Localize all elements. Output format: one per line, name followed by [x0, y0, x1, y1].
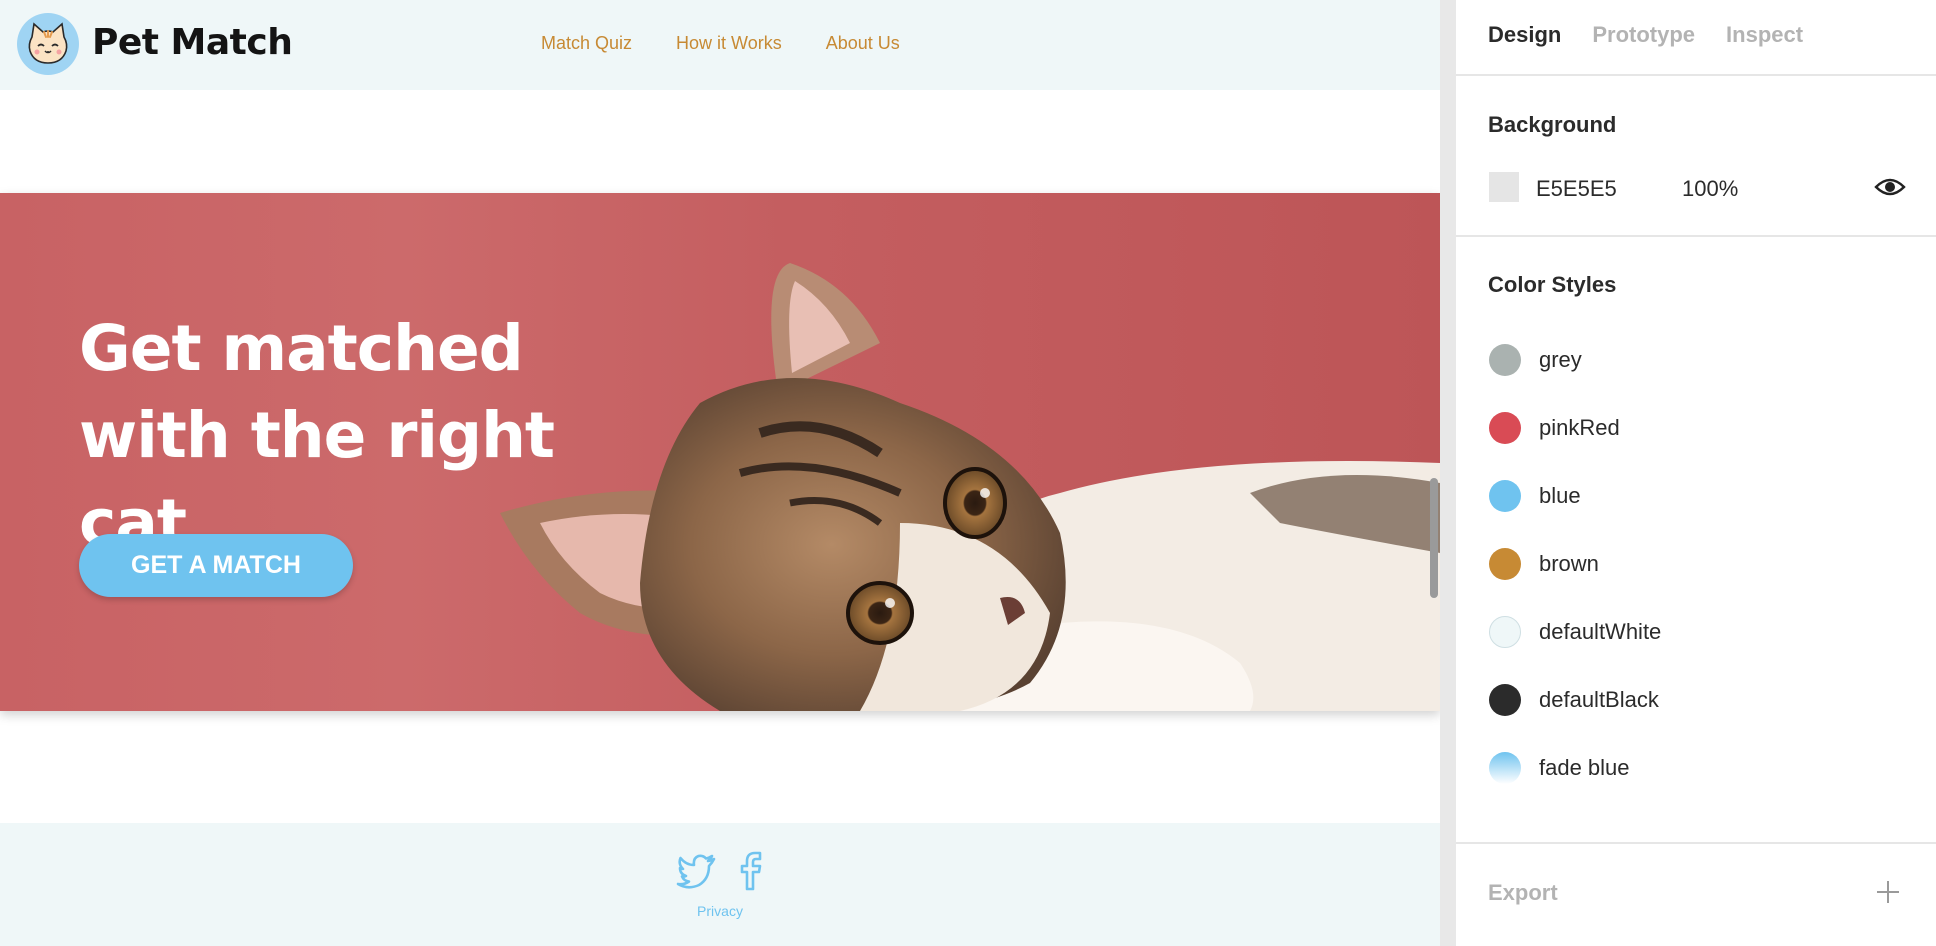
color-swatch: [1489, 684, 1521, 716]
color-swatch: [1489, 412, 1521, 444]
background-color-swatch[interactable]: [1489, 172, 1519, 202]
color-swatch: [1489, 344, 1521, 376]
inspector-panel: Design Prototype Inspect Background E5E5…: [1456, 0, 1936, 946]
social-links: [676, 849, 772, 891]
color-style-row[interactable]: brown: [1489, 548, 1599, 580]
color-style-row[interactable]: pinkRed: [1489, 412, 1620, 444]
eye-icon[interactable]: [1874, 173, 1906, 201]
color-style-name: brown: [1539, 551, 1599, 576]
color-style-name: defaultWhite: [1539, 619, 1662, 644]
site-footer: Privacy: [0, 823, 1440, 946]
color-style-name: grey: [1539, 347, 1582, 372]
color-style-name: defaultBlack: [1539, 687, 1659, 712]
color-swatch: [1489, 752, 1521, 784]
color-styles-section-title: Color Styles: [1488, 272, 1617, 297]
tab-design[interactable]: Design: [1488, 22, 1561, 48]
background-section-title: Background: [1488, 112, 1617, 137]
color-style-name: pinkRed: [1539, 415, 1620, 440]
tab-inspect[interactable]: Inspect: [1726, 22, 1803, 48]
panel-divider[interactable]: [1440, 0, 1456, 946]
background-hex-value[interactable]: E5E5E5: [1536, 176, 1617, 202]
nav-link-about-us[interactable]: About Us: [826, 33, 900, 54]
nav-link-how-it-works[interactable]: How it Works: [676, 33, 782, 54]
color-style-row[interactable]: grey: [1489, 344, 1582, 376]
divider: [1456, 842, 1936, 844]
design-canvas[interactable]: Pet Match Match Quiz How it Works About …: [0, 0, 1440, 946]
tab-prototype[interactable]: Prototype: [1592, 22, 1695, 48]
export-section-title: Export: [1488, 880, 1558, 905]
color-style-row[interactable]: blue: [1489, 480, 1581, 512]
main-nav: Match Quiz How it Works About Us: [541, 33, 900, 54]
divider: [1456, 74, 1936, 76]
color-swatch: [1489, 480, 1521, 512]
privacy-link[interactable]: Privacy: [0, 903, 1440, 919]
canvas-scrollbar[interactable]: [1430, 478, 1438, 598]
color-style-row[interactable]: defaultWhite: [1489, 616, 1661, 648]
facebook-icon[interactable]: [730, 849, 772, 891]
hero-title: Get matched with the right cat: [79, 312, 555, 559]
get-a-match-button[interactable]: GET A MATCH: [79, 534, 353, 597]
color-swatch: [1489, 548, 1521, 580]
panel-tabs: Design Prototype Inspect: [1488, 22, 1803, 48]
color-style-row[interactable]: fade blue: [1489, 752, 1630, 784]
background-opacity-value[interactable]: 100%: [1682, 176, 1738, 202]
color-style-row[interactable]: defaultBlack: [1489, 684, 1659, 716]
nav-link-match-quiz[interactable]: Match Quiz: [541, 33, 632, 54]
plus-icon[interactable]: [1874, 878, 1902, 906]
brand-name[interactable]: Pet Match: [92, 22, 293, 63]
color-style-name: blue: [1539, 483, 1581, 508]
cat-logo-icon[interactable]: [17, 13, 79, 75]
divider: [1456, 235, 1936, 237]
hero-banner: Get matched with the right cat GET A MAT…: [0, 193, 1440, 711]
site-header: Pet Match Match Quiz How it Works About …: [0, 0, 1440, 90]
color-swatch: [1489, 616, 1521, 648]
color-style-name: fade blue: [1539, 755, 1630, 780]
twitter-icon[interactable]: [676, 849, 718, 891]
